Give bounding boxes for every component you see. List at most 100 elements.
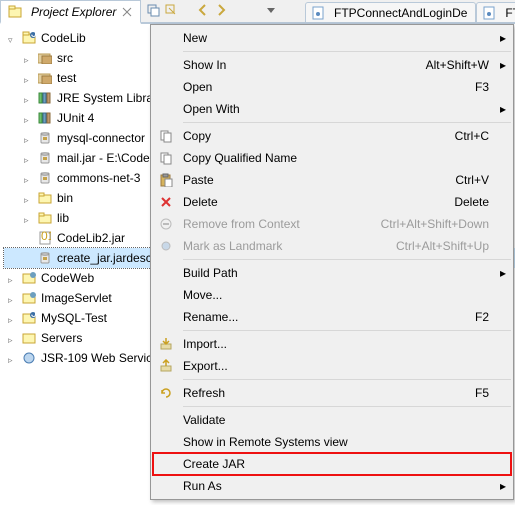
menu-item-open[interactable]: Open F3: [153, 76, 511, 98]
editor-tab-ftp[interactable]: FTP: [476, 2, 515, 22]
expand-icon[interactable]: [24, 213, 35, 224]
tree-label: CodeLib2.jar: [57, 228, 125, 248]
project-icon: J: [21, 30, 37, 46]
tree-label: MySQL-Test: [41, 308, 107, 328]
submenu-arrow-icon: ▸: [495, 58, 511, 72]
jardesc-icon: [37, 250, 53, 266]
menu-item-show-remote[interactable]: Show in Remote Systems view: [153, 431, 511, 453]
copy-icon: [153, 129, 179, 143]
pin-icon[interactable]: [120, 4, 134, 20]
collapse-all-icon[interactable]: [145, 2, 161, 18]
menu-item-rename[interactable]: Rename... F2: [153, 306, 511, 328]
navigator-icon: [7, 4, 23, 20]
jar-icon: [37, 150, 53, 166]
menu-item-paste[interactable]: Paste Ctrl+V: [153, 169, 511, 191]
editor-tab-label-1: FTPConnectAndLoginDe: [334, 6, 467, 20]
expand-icon[interactable]: [8, 273, 19, 284]
tree-label: lib: [57, 208, 69, 228]
menu-item-create-jar[interactable]: Create JAR: [153, 453, 511, 475]
expand-icon[interactable]: [8, 33, 19, 44]
menu-item-build-path[interactable]: Build Path ▸: [153, 262, 511, 284]
editor-tab-ftpconnect[interactable]: FTPConnectAndLoginDe: [305, 2, 476, 22]
delete-icon: [153, 195, 179, 209]
tree-label: commons-net-3: [57, 168, 140, 188]
tree-label: JRE System Library: [57, 88, 163, 108]
menu-item-import[interactable]: Import...: [153, 333, 511, 355]
java-file-icon: [310, 5, 326, 21]
tree-label: JSR-109 Web Services: [41, 348, 165, 368]
copy-icon: [153, 151, 179, 165]
tree-label: ImageServlet: [41, 288, 112, 308]
expand-icon[interactable]: [8, 293, 19, 304]
expand-icon[interactable]: [8, 333, 19, 344]
submenu-arrow-icon: ▸: [495, 266, 511, 280]
menu-separator: [183, 330, 511, 331]
explorer-toolbar: [145, 2, 279, 18]
menu-item-delete[interactable]: Delete Delete: [153, 191, 511, 213]
tree-label: mysql-connector: [57, 128, 145, 148]
menu-item-open-with[interactable]: Open With ▸: [153, 98, 511, 120]
java-file-icon: [481, 5, 497, 21]
tree-label: mail.jar - E:\Code: [57, 148, 150, 168]
source-folder-icon: [37, 50, 53, 66]
import-icon: [153, 337, 179, 351]
menu-item-move[interactable]: Move...: [153, 284, 511, 306]
submenu-arrow-icon: ▸: [495, 479, 511, 493]
menu-separator: [183, 406, 511, 407]
menu-item-mark-landmark: Mark as Landmark Ctrl+Alt+Shift+Up: [153, 235, 511, 257]
menu-item-copy[interactable]: Copy Ctrl+C: [153, 125, 511, 147]
svg-text:J: J: [31, 31, 36, 40]
folder-icon: [37, 210, 53, 226]
svg-text:J: J: [31, 311, 36, 320]
remove-context-icon: [153, 217, 179, 231]
menu-separator: [183, 379, 511, 380]
editor-tab-label-2: FTP: [505, 6, 515, 20]
menu-item-validate[interactable]: Validate: [153, 409, 511, 431]
menu-item-new[interactable]: New ▸: [153, 27, 511, 49]
source-folder-icon: [37, 70, 53, 86]
expand-icon[interactable]: [8, 353, 19, 364]
library-icon: [37, 90, 53, 106]
export-icon: [153, 359, 179, 373]
view-menu-icon[interactable]: [263, 2, 279, 18]
menu-item-refresh[interactable]: Refresh F5: [153, 382, 511, 404]
expand-icon[interactable]: [24, 173, 35, 184]
link-editor-icon[interactable]: [163, 2, 179, 18]
expand-icon[interactable]: [24, 93, 35, 104]
refresh-icon: [153, 386, 179, 400]
tree-label: JUnit 4: [57, 108, 94, 128]
jar-icon: [37, 130, 53, 146]
folder-icon: [37, 190, 53, 206]
expand-icon[interactable]: [24, 53, 35, 64]
menu-item-copy-qualified-name[interactable]: Copy Qualified Name: [153, 147, 511, 169]
project-icon: [21, 290, 37, 306]
expand-icon[interactable]: [24, 133, 35, 144]
expand-icon[interactable]: [24, 153, 35, 164]
project-icon: [21, 270, 37, 286]
expand-icon[interactable]: [8, 313, 19, 324]
menu-separator: [183, 259, 511, 260]
jar-icon: [37, 170, 53, 186]
expand-icon[interactable]: [24, 113, 35, 124]
back-icon[interactable]: [195, 2, 211, 18]
menu-item-run-as[interactable]: Run As ▸: [153, 475, 511, 497]
svg-text:010: 010: [41, 231, 51, 243]
menu-item-remove-context: Remove from Context Ctrl+Alt+Shift+Down: [153, 213, 511, 235]
editor-tabbar: FTPConnectAndLoginDe FTP: [305, 0, 515, 24]
project-explorer-tab[interactable]: Project Explorer: [0, 0, 141, 24]
tree-label: src: [57, 48, 73, 68]
menu-item-show-in[interactable]: Show In Alt+Shift+W ▸: [153, 54, 511, 76]
paste-icon: [153, 173, 179, 187]
submenu-arrow-icon: ▸: [495, 31, 511, 45]
expand-icon[interactable]: [24, 73, 35, 84]
tree-label: CodeLib: [41, 28, 86, 48]
landmark-icon: [153, 239, 179, 253]
tree-label: bin: [57, 188, 73, 208]
forward-icon[interactable]: [213, 2, 229, 18]
jar-file-icon: 010: [37, 230, 53, 246]
menu-separator: [183, 122, 511, 123]
menu-item-export[interactable]: Export...: [153, 355, 511, 377]
context-menu: New ▸ Show In Alt+Shift+W ▸ Open F3 Open…: [150, 24, 514, 500]
library-icon: [37, 110, 53, 126]
expand-icon[interactable]: [24, 193, 35, 204]
